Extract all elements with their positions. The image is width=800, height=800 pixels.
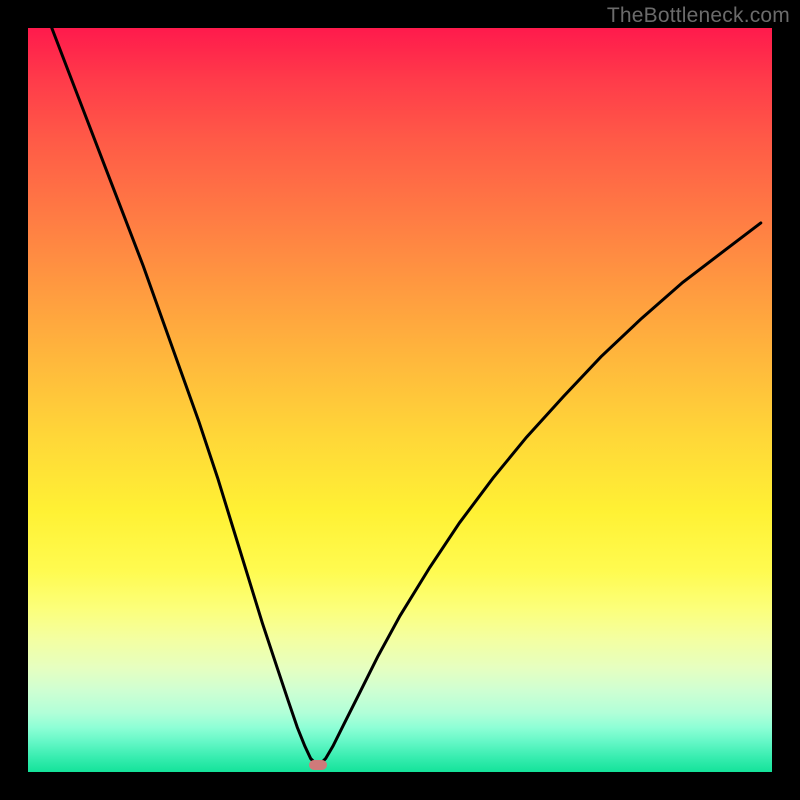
chart-frame: TheBottleneck.com — [0, 0, 800, 800]
plot-area — [28, 28, 772, 772]
bottleneck-curve — [52, 28, 761, 765]
watermark-text: TheBottleneck.com — [607, 4, 790, 28]
min-marker — [309, 760, 327, 770]
curve-layer — [28, 28, 772, 772]
